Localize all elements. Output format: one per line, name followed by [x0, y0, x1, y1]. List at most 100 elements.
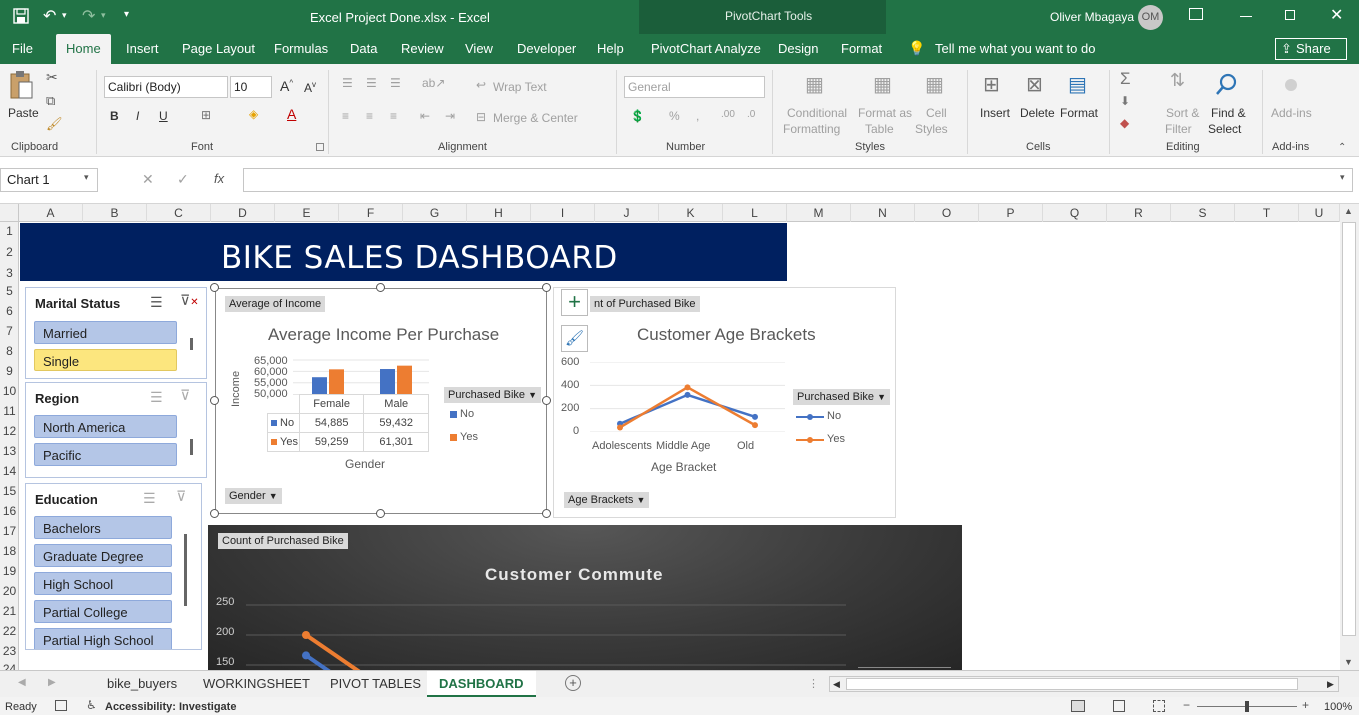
add-sheet-icon[interactable]: +	[565, 675, 581, 691]
decrease-decimal-icon[interactable]: .0	[747, 109, 755, 120]
slicer-item-high-school[interactable]: High School	[34, 572, 172, 595]
column-header[interactable]: N	[851, 204, 915, 222]
paste-button[interactable]: Paste	[8, 106, 39, 120]
tab-file[interactable]: File	[12, 34, 33, 64]
slicer-item-pacific[interactable]: Pacific	[34, 443, 177, 466]
column-header[interactable]: D	[211, 204, 275, 222]
tab-data[interactable]: Data	[350, 34, 377, 64]
clear-filter-icon[interactable]: ⊽	[180, 387, 190, 404]
resize-handle[interactable]	[210, 509, 219, 518]
expand-formula-bar-icon[interactable]: ▾	[1340, 172, 1345, 183]
multi-select-icon[interactable]: ☰	[143, 490, 156, 507]
scroll-up-icon[interactable]: ▲	[1344, 206, 1353, 216]
currency-icon[interactable]: 💲	[630, 109, 645, 123]
row-header[interactable]: 1	[0, 224, 19, 238]
legend-field-button[interactable]: Purchased Bike ▼	[444, 387, 542, 403]
row-header[interactable]: 19	[0, 564, 19, 578]
slicer-item-married[interactable]: Married	[34, 321, 177, 344]
row-header[interactable]: 21	[0, 604, 19, 618]
borders-icon[interactable]: ⊞	[201, 108, 211, 122]
addins-button[interactable]: Add-ins	[1271, 106, 1312, 120]
shrink-font-icon[interactable]: Av	[304, 80, 316, 95]
resize-handle[interactable]	[376, 509, 385, 518]
bold-button[interactable]: B	[110, 109, 119, 123]
slicer-item-single[interactable]: Single	[34, 349, 177, 371]
column-header[interactable]: R	[1107, 204, 1171, 222]
page-break-view-icon[interactable]	[1153, 700, 1165, 712]
tab-formulas[interactable]: Formulas	[274, 34, 328, 64]
align-bottom-icon[interactable]: ☰	[390, 76, 401, 90]
tab-format[interactable]: Format	[841, 34, 882, 64]
scroll-left-icon[interactable]: ◀	[833, 679, 840, 690]
sort-filter-button[interactable]: Sort &	[1166, 106, 1199, 120]
ribbon-display-icon[interactable]	[1189, 8, 1203, 20]
confirm-entry-icon[interactable]: ✓	[177, 171, 189, 188]
wrap-text-button[interactable]: Wrap Text	[493, 80, 547, 94]
prev-sheet-icon[interactable]: ◀	[18, 677, 26, 688]
page-layout-view-icon[interactable]	[1113, 700, 1125, 712]
find-select-button[interactable]: Find &	[1211, 106, 1246, 120]
row-header[interactable]: 7	[0, 324, 19, 338]
align-middle-icon[interactable]: ☰	[366, 76, 377, 90]
resize-handle[interactable]	[542, 509, 551, 518]
align-left-icon[interactable]: ≡	[342, 109, 349, 123]
orientation-icon[interactable]: ab↗	[422, 76, 445, 90]
chart-customer-commute[interactable]: Count of Purchased Bike Customer Commute…	[208, 525, 962, 670]
tab-pivotchart-analyze[interactable]: PivotChart Analyze	[651, 34, 761, 64]
tab-help[interactable]: Help	[597, 34, 624, 64]
collapse-ribbon-icon[interactable]: ⌃	[1338, 142, 1346, 153]
row-header[interactable]: 9	[0, 364, 19, 378]
cut-icon[interactable]: ✂	[46, 69, 58, 86]
format-painter-icon[interactable]: 🖌	[46, 116, 63, 132]
tab-split-handle[interactable]: ⋮	[808, 677, 819, 690]
increase-decimal-icon[interactable]: .00	[721, 109, 735, 120]
paste-icon[interactable]	[8, 70, 34, 100]
slicer-item-graduate-degree[interactable]: Graduate Degree	[34, 544, 172, 567]
horizontal-scrollbar[interactable]: ◀ ▶	[829, 676, 1339, 692]
column-header[interactable]: L	[723, 204, 787, 222]
row-header[interactable]: 13	[0, 444, 19, 458]
name-box-dropdown-icon[interactable]: ▾	[84, 172, 89, 183]
slicer-marital-status[interactable]: Marital Status ☰ ⊽✕ Married Single	[25, 287, 207, 379]
tab-home[interactable]: Home	[56, 34, 111, 64]
row-header[interactable]: 23	[0, 644, 19, 658]
underline-button[interactable]: U	[159, 109, 168, 123]
find-select-button-line2[interactable]: Select	[1208, 122, 1241, 136]
column-header[interactable]: A	[19, 204, 83, 222]
zoom-in-icon[interactable]: +	[1302, 698, 1309, 712]
multi-select-icon[interactable]: ☰	[150, 294, 163, 311]
field-button-count-purchased[interactable]: nt of Purchased Bike	[590, 296, 700, 312]
tab-design[interactable]: Design	[778, 34, 818, 64]
column-header[interactable]: M	[787, 204, 851, 222]
merge-center-button[interactable]: Merge & Center	[493, 111, 578, 125]
decrease-indent-icon[interactable]: ⇤	[420, 109, 430, 123]
tab-insert[interactable]: Insert	[126, 34, 159, 64]
delete-cells-button[interactable]: Delete	[1020, 106, 1055, 120]
copy-icon[interactable]: ⧉	[46, 93, 55, 109]
field-button-count-purchased[interactable]: Count of Purchased Bike	[218, 533, 348, 549]
font-color-icon[interactable]: A	[287, 106, 296, 122]
scroll-thumb[interactable]	[1342, 222, 1356, 636]
cell-styles-button[interactable]: Cell	[926, 106, 947, 120]
resize-handle[interactable]	[210, 283, 219, 292]
accessibility-status[interactable]: Accessibility: Investigate	[105, 701, 236, 713]
font-name-select[interactable]: Calibri (Body)	[104, 76, 228, 98]
slicer-scrollbar[interactable]	[190, 338, 193, 350]
increase-indent-icon[interactable]: ⇥	[445, 109, 455, 123]
scroll-down-icon[interactable]: ▼	[1344, 657, 1353, 667]
save-icon[interactable]	[13, 8, 29, 24]
slicer-item-north-america[interactable]: North America	[34, 415, 177, 438]
row-header[interactable]: 5	[0, 284, 19, 298]
align-center-icon[interactable]: ≡	[366, 109, 373, 123]
format-as-table-button[interactable]: Format as	[858, 106, 912, 120]
tab-developer[interactable]: Developer	[517, 34, 576, 64]
insert-function-button[interactable]: fx	[214, 171, 224, 186]
grow-font-icon[interactable]: A^	[280, 78, 293, 94]
column-header[interactable]: I	[531, 204, 595, 222]
insert-cells-button[interactable]: Insert	[980, 106, 1010, 120]
sheet-tab-dashboard[interactable]: DASHBOARD	[427, 671, 536, 697]
row-header[interactable]: 14	[0, 464, 19, 478]
tab-review[interactable]: Review	[401, 34, 444, 64]
cancel-entry-icon[interactable]: ✕	[142, 171, 154, 188]
row-header[interactable]: 22	[0, 624, 19, 638]
